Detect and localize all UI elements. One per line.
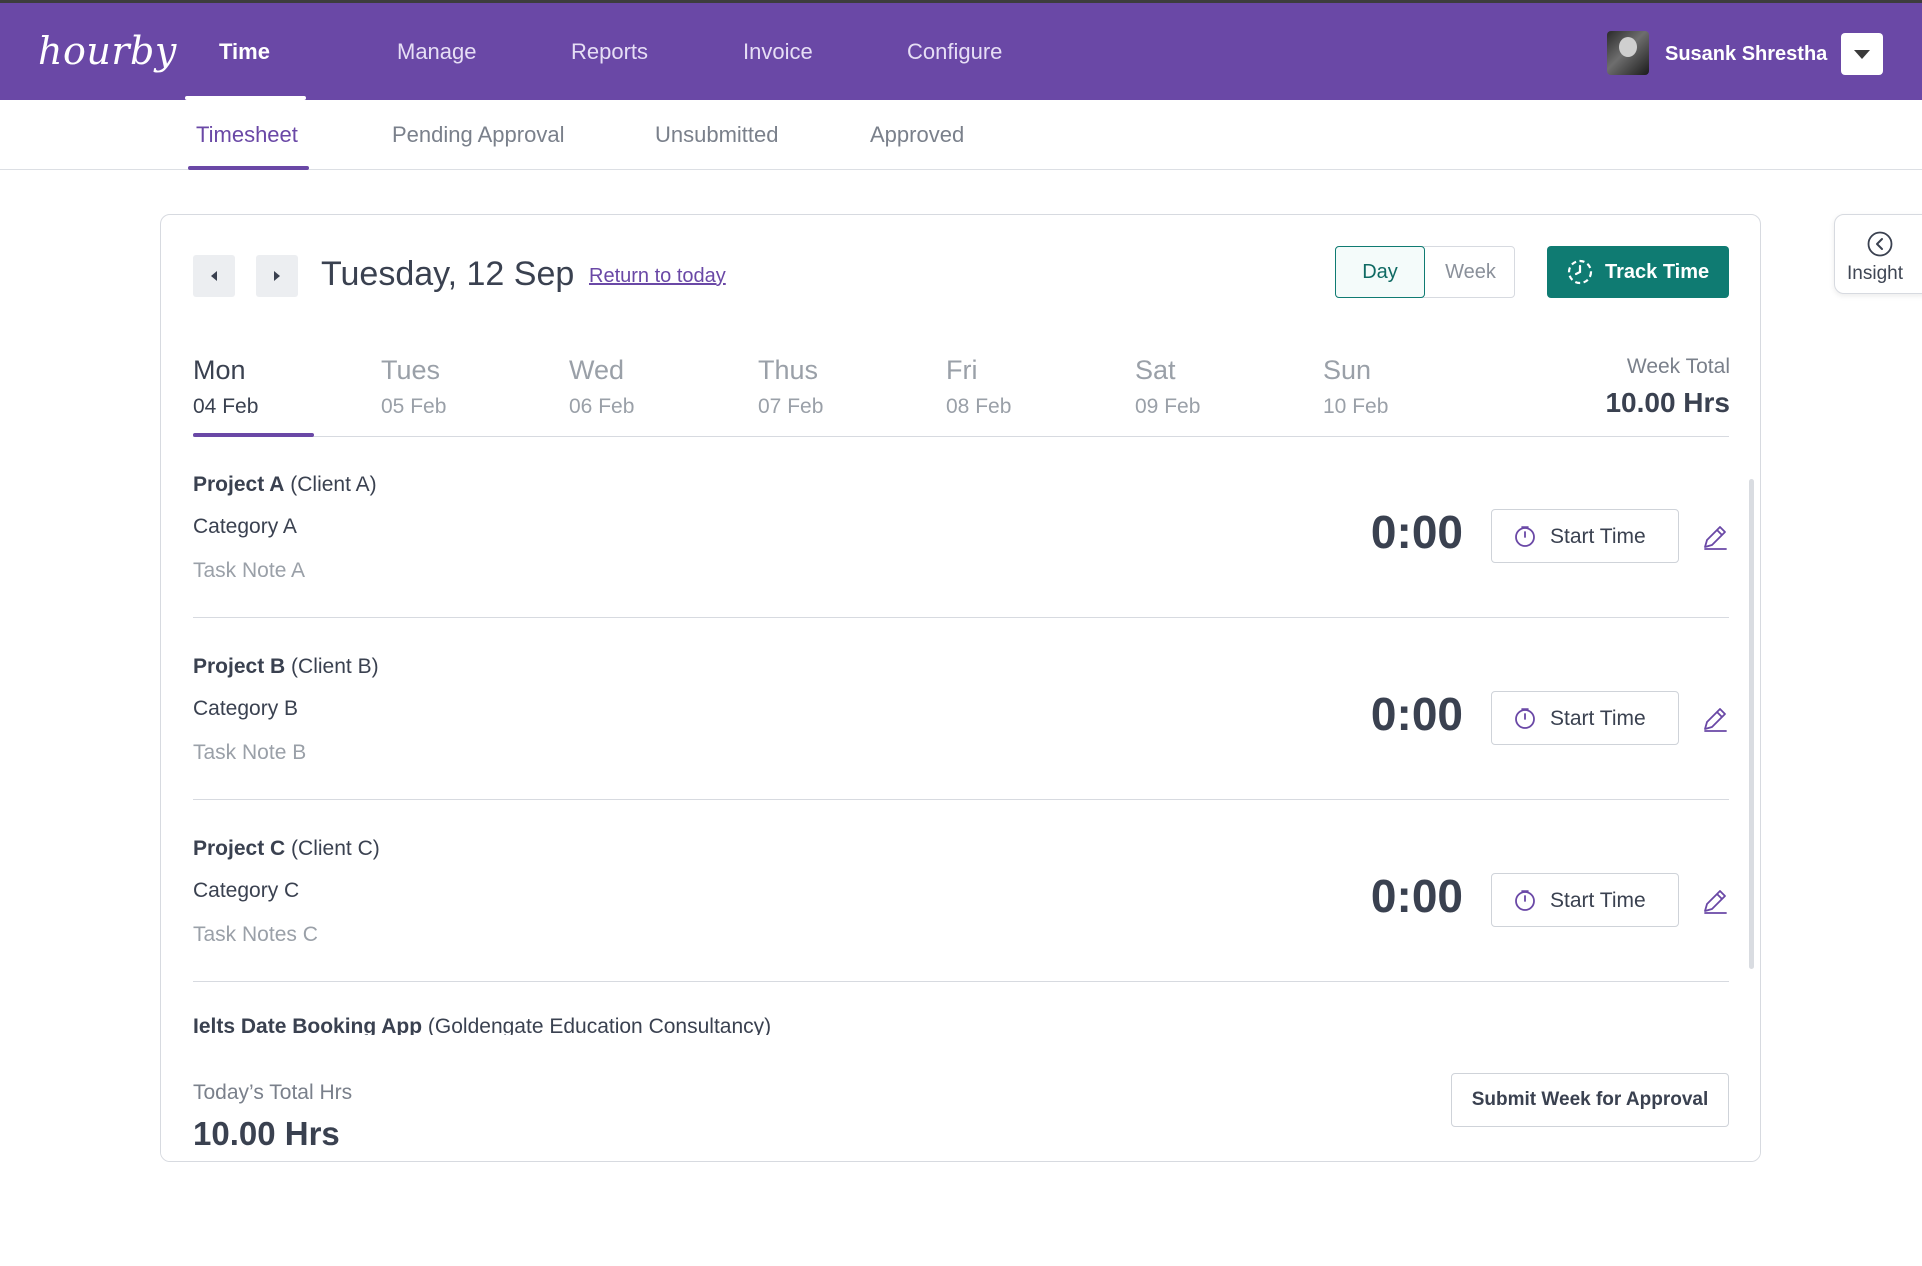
entry-category: Category B xyxy=(193,697,299,720)
user-name[interactable]: Susank Shrestha xyxy=(1665,43,1827,66)
entry-duration: 0:00 xyxy=(1370,506,1463,558)
stopwatch-icon xyxy=(1515,708,1535,729)
tab-pending-approval[interactable]: Pending Approval xyxy=(392,122,564,148)
nav-item-reports[interactable]: Reports xyxy=(571,39,648,65)
entry-task-note: Task Note B xyxy=(193,741,307,764)
time-entry-row-partial: Ielts Date Booking App (Goldengate Educa… xyxy=(193,1015,771,1037)
day-tab-sat[interactable]: Sat 09 Feb xyxy=(1135,355,1200,419)
edit-pencil-icon[interactable] xyxy=(1701,887,1729,915)
entry-project-name: Project C xyxy=(193,837,286,860)
day-name: Thus xyxy=(758,355,819,385)
day-date: 04 Feb xyxy=(193,395,259,418)
entry-client-name: (Client C) xyxy=(291,837,380,860)
return-to-today-link[interactable]: Return to today xyxy=(589,265,726,288)
day-name: Tues xyxy=(381,355,441,385)
entry-duration: 0:00 xyxy=(1370,688,1463,740)
day-name: Sat xyxy=(1135,355,1176,385)
entry-task-note: Task Note A xyxy=(193,559,306,582)
timesheet-subtabs: Timesheet Pending Approval Unsubmitted A… xyxy=(0,100,1922,170)
caret-right-icon xyxy=(274,271,280,281)
entry-client-name: (Client B) xyxy=(291,655,379,678)
entry-client-name: (Goldengate Education Consultancy) xyxy=(427,1015,772,1037)
day-date: 08 Feb xyxy=(946,395,1012,418)
day-name: Fri xyxy=(946,355,978,385)
track-time-label: Track Time xyxy=(1605,261,1710,283)
day-date: 10 Feb xyxy=(1323,395,1389,418)
today-total-value: 10.00 Hrs xyxy=(193,1115,340,1152)
start-time-label: Start Time xyxy=(1550,707,1646,730)
entry-duration: 0:00 xyxy=(1370,870,1463,922)
entry-project-name: Project B xyxy=(193,655,286,678)
entry-project: Project C (Client C) xyxy=(193,837,380,861)
day-tab-tues[interactable]: Tues 05 Feb xyxy=(381,355,446,419)
edit-pencil-icon[interactable] xyxy=(1701,523,1729,551)
start-time-label: Start Time xyxy=(1550,889,1646,912)
day-tab-sun[interactable]: Sun 10 Feb xyxy=(1323,355,1388,419)
tab-timesheet[interactable]: Timesheet xyxy=(196,122,298,148)
entry-task-note: Task Notes C xyxy=(193,923,318,946)
subtab-active-indicator xyxy=(188,166,309,170)
nav-item-invoice[interactable]: Invoice xyxy=(743,39,813,65)
day-tab-thus[interactable]: Thus 07 Feb xyxy=(758,355,823,419)
entry-client-name: (Client A) xyxy=(290,473,377,496)
current-date-title: Tuesday, 12 Sep xyxy=(321,255,575,293)
view-toggle: Day Week xyxy=(1335,246,1515,298)
entry-category: Category C xyxy=(193,879,300,902)
entries-scrollbar[interactable] xyxy=(1749,479,1754,969)
stopwatch-icon xyxy=(1515,890,1535,911)
start-time-button[interactable]: Start Time xyxy=(1491,691,1679,745)
insight-panel-toggle[interactable]: Insight xyxy=(1834,214,1922,294)
nav-item-manage[interactable]: Manage xyxy=(397,39,477,65)
timer-dashed-icon xyxy=(1567,259,1593,285)
start-time-label: Start Time xyxy=(1550,525,1646,548)
day-date: 06 Feb xyxy=(569,395,635,418)
track-time-button[interactable]: Track Time xyxy=(1547,246,1729,298)
time-entries-list: Project A (Client A) Category A Task Not… xyxy=(161,437,1760,1037)
insight-label: Insight xyxy=(1847,263,1903,284)
time-entry-row: Project B (Client B) Category B Task Not… xyxy=(193,619,1729,800)
time-entry-row: Project C (Client C) Category C Task Not… xyxy=(193,801,1729,982)
time-entry-row: Project A (Client A) Category A Task Not… xyxy=(193,437,1729,618)
tab-approved[interactable]: Approved xyxy=(870,122,964,148)
view-toggle-week[interactable]: Week xyxy=(1426,247,1515,297)
timesheet-footer: Today’s Total Hrs 10.00 Hrs Submit Week … xyxy=(161,1035,1760,1161)
app-logo[interactable]: hourby xyxy=(38,29,177,73)
tab-unsubmitted[interactable]: Unsubmitted xyxy=(655,122,779,148)
entry-category: Category A xyxy=(193,515,297,538)
entry-project: Project B (Client B) xyxy=(193,655,379,679)
day-name: Wed xyxy=(569,355,625,385)
day-tab-wed[interactable]: Wed 06 Feb xyxy=(569,355,634,419)
day-tab-mon[interactable]: Mon 04 Feb xyxy=(193,355,258,419)
next-day-button[interactable] xyxy=(256,255,298,297)
week-total-value: 10.00 Hrs xyxy=(1605,387,1730,418)
day-date: 07 Feb xyxy=(758,395,824,418)
caret-left-icon xyxy=(211,271,217,281)
previous-day-button[interactable] xyxy=(193,255,235,297)
day-name: Mon xyxy=(193,355,246,385)
week-total-label: Week Total xyxy=(1626,355,1730,378)
user-menu-dropdown-button[interactable] xyxy=(1841,33,1883,75)
day-name: Sun xyxy=(1323,355,1372,385)
start-time-button[interactable]: Start Time xyxy=(1491,509,1679,563)
edit-pencil-icon[interactable] xyxy=(1701,705,1729,733)
today-total-label: Today’s Total Hrs xyxy=(193,1081,353,1104)
entry-project: Project A (Client A) xyxy=(193,473,377,497)
entry-project-name: Project A xyxy=(193,473,285,496)
nav-item-time[interactable]: Time xyxy=(219,39,270,65)
user-avatar[interactable] xyxy=(1607,31,1649,75)
day-date: 09 Feb xyxy=(1135,395,1201,418)
chevron-left-circle-icon xyxy=(1867,231,1893,257)
view-toggle-day[interactable]: Day xyxy=(1335,246,1425,298)
submit-week-button[interactable]: Submit Week for Approval xyxy=(1451,1073,1729,1127)
stopwatch-icon xyxy=(1515,526,1535,547)
nav-item-configure[interactable]: Configure xyxy=(907,39,1002,65)
entry-project-name: Ielts Date Booking App xyxy=(193,1015,423,1037)
day-tab-fri[interactable]: Fri 08 Feb xyxy=(946,355,1011,419)
top-nav-bar: hourby Time Manage Reports Invoice Confi… xyxy=(0,0,1922,100)
timesheet-card: Tuesday, 12 Sep Return to today Day Week… xyxy=(160,214,1761,1162)
day-date: 05 Feb xyxy=(381,395,447,418)
start-time-button[interactable]: Start Time xyxy=(1491,873,1679,927)
